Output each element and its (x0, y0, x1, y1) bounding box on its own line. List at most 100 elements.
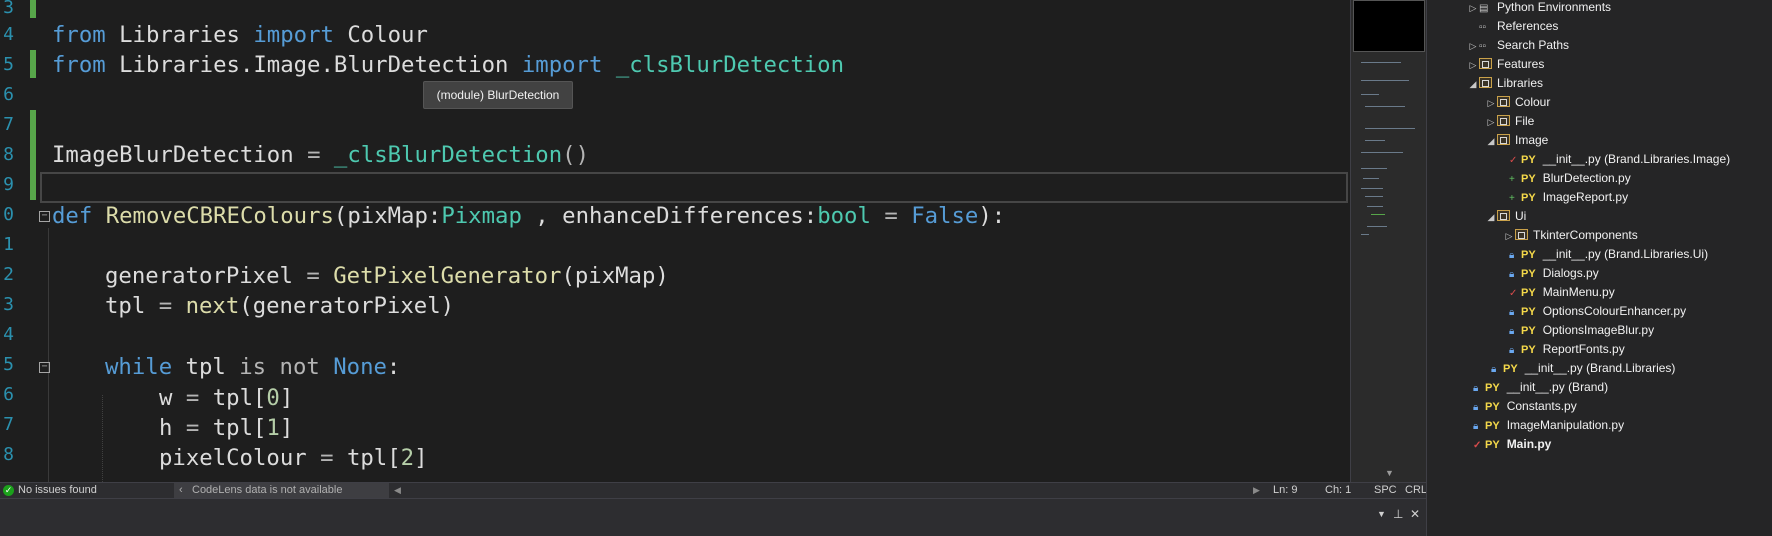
tree-item-file-init-image[interactable]: ✓ PY __init__.py (Brand.Libraries.Image) (1509, 150, 1730, 169)
minimap-line (1367, 226, 1387, 227)
minimap-line (1365, 106, 1405, 107)
search-paths-icon: ▫▫ (1479, 41, 1487, 52)
expand-arrow-icon[interactable]: ▷ (1503, 227, 1515, 246)
lock-icon: 🔒︎ (1509, 250, 1515, 261)
tree-item-libraries[interactable]: ◢ Libraries (1467, 74, 1544, 94)
code-line[interactable]: def RemoveCBREColours(pixMap:Pixmap , en… (52, 201, 1005, 231)
tree-item-label: BlurDetection.py (1542, 171, 1631, 185)
minimap-line (1361, 168, 1387, 169)
tree-item-file-constants[interactable]: 🔒︎ PY Constants.py (1473, 397, 1577, 416)
identifier: h (159, 415, 173, 441)
tree-item-label: Main.py (1506, 437, 1552, 451)
current-line-highlight (40, 172, 1348, 203)
folder-icon (1497, 96, 1510, 107)
tree-item-references[interactable]: ▫▫ References (1467, 17, 1558, 36)
scroll-down-icon[interactable]: ▼ (1385, 468, 1394, 478)
identifier: pixelColour (159, 445, 307, 471)
tree-item-ui[interactable]: ◢ Ui (1485, 207, 1527, 227)
line-ending-indicator[interactable]: CRLF (1405, 483, 1426, 498)
expand-arrow-icon[interactable]: ▷ (1485, 113, 1497, 132)
code-line[interactable]: w = tpl[0] (159, 383, 293, 413)
tree-item-file-init-ui[interactable]: 🔒︎ PY __init__.py (Brand.Libraries.Ui) (1509, 245, 1708, 264)
close-icon[interactable]: ✕ (1410, 507, 1420, 521)
tree-item-colour[interactable]: ▷ Colour (1485, 93, 1551, 113)
minimap-line (1361, 234, 1369, 235)
punctuation: ] (279, 415, 294, 441)
tree-item-tkintercomponents[interactable]: ▷ TkinterComponents (1503, 226, 1638, 245)
minimap-line (1361, 80, 1409, 81)
minimap-line (1365, 128, 1415, 129)
parameter: (pixMap: (333, 203, 442, 229)
code-line[interactable]: from Libraries import Colour (52, 20, 428, 50)
line-indicator[interactable]: Ln: 9 (1273, 483, 1297, 498)
collapse-arrow-icon[interactable]: ◢ (1485, 132, 1497, 151)
codelens-status[interactable]: ‹ CodeLens data is not available (174, 483, 389, 498)
tree-item-image[interactable]: ◢ Image (1485, 131, 1549, 151)
arguments: (pixMap) (561, 263, 669, 289)
tree-item-file-init-libraries[interactable]: 🔒︎ PY __init__.py (Brand.Libraries) (1491, 359, 1675, 378)
folder-icon (1497, 134, 1510, 145)
line-number: 8 (3, 144, 14, 165)
tree-item-label: File (1515, 114, 1535, 128)
minimap-line (1361, 62, 1401, 63)
tool-window-bar: ▼ ⊥ ✕ (0, 498, 1426, 536)
expand-arrow-icon[interactable]: ▷ (1467, 56, 1479, 75)
code-line[interactable]: tpl = next(generatorPixel) (105, 291, 454, 321)
tree-item-features[interactable]: ▷ Features (1467, 55, 1545, 75)
indent-indicator[interactable]: SPC (1374, 483, 1397, 498)
code-line[interactable]: generatorPixel = GetPixelGenerator(pixMa… (105, 261, 669, 291)
lock-icon: 🔒︎ (1509, 269, 1515, 280)
operator: = (172, 415, 213, 441)
expand-arrow-icon[interactable]: ▷ (1485, 94, 1497, 113)
code-line[interactable]: h = tpl[1] (159, 413, 293, 443)
scroll-right-icon[interactable]: ▶ (1253, 483, 1260, 498)
tree-item-file-optionsimageblur[interactable]: 🔒︎ PY OptionsImageBlur.py (1509, 321, 1654, 340)
references-icon: ▫▫ (1479, 22, 1487, 33)
tree-item-file[interactable]: ▷ File (1485, 112, 1535, 132)
code-line[interactable]: ImageBlurDetection = _clsBlurDetection() (52, 140, 589, 170)
minimap-viewport[interactable] (1353, 0, 1425, 52)
tree-item-file-mainmenu[interactable]: ✓ PY MainMenu.py (1509, 283, 1615, 302)
python-file-icon: PY (1521, 249, 1536, 261)
tree-item-label: ImageManipulation.py (1506, 418, 1625, 432)
code-line[interactable]: while tpl is not None: (105, 352, 400, 382)
operator: = (306, 445, 347, 471)
tree-item-file-blurdetection[interactable]: + PY BlurDetection.py (1509, 169, 1631, 188)
dropdown-icon[interactable]: ▼ (1377, 509, 1386, 519)
pin-icon[interactable]: ⊥ (1393, 507, 1403, 521)
collapse-toggle-icon[interactable]: − (39, 211, 50, 222)
tree-item-file-main[interactable]: ✓ PY Main.py (1473, 435, 1551, 454)
expand-arrow-icon[interactable]: ▷ (1467, 0, 1479, 18)
tree-item-file-imagemanipulation[interactable]: 🔒︎ PY ImageManipulation.py (1473, 416, 1624, 435)
identifier: tpl (105, 293, 146, 319)
identifier: ImageBlurDetection (52, 142, 294, 168)
tree-item-file-init-brand[interactable]: 🔒︎ PY __init__.py (Brand) (1473, 378, 1608, 397)
indent-guide (102, 395, 103, 482)
solution-explorer: ▷ ▤ Python Environments ▫▫ References ▷ ▫▫ Se… (1426, 0, 1772, 536)
code-editor[interactable]: 3 4 5 6 7 8 9 0 1 2 3 4 5 6 7 8 − − from… (0, 0, 1350, 482)
tree-item-python-environments[interactable]: ▷ ▤ Python Environments (1467, 0, 1612, 18)
minimap-line (1361, 188, 1383, 189)
parameter: , enhanceDifferences: (521, 203, 818, 229)
tree-item-file-optionscolourenhancer[interactable]: 🔒︎ PY OptionsColourEnhancer.py (1509, 302, 1686, 321)
tree-item-search-paths[interactable]: ▷ ▫▫ Search Paths (1467, 36, 1570, 56)
expand-arrow-icon[interactable]: ▷ (1467, 37, 1479, 56)
code-line[interactable]: from Libraries.Image.BlurDetection impor… (52, 50, 844, 80)
collapse-arrow-icon[interactable]: ◢ (1467, 75, 1479, 94)
issues-status[interactable]: No issues found (18, 483, 97, 498)
minimap[interactable]: ▼ (1350, 0, 1426, 482)
column-indicator[interactable]: Ch: 1 (1325, 483, 1351, 498)
scroll-left-icon[interactable]: ◀ (394, 483, 401, 498)
collapse-arrow-icon[interactable]: ◢ (1485, 208, 1497, 227)
added-icon: + (1509, 174, 1515, 185)
collapse-toggle-icon[interactable]: − (39, 362, 50, 373)
tree-item-label: ImageReport.py (1542, 190, 1629, 204)
punctuation: ): (978, 203, 1006, 229)
code-line[interactable]: pixelColour = tpl[2] (159, 443, 428, 473)
tree-item-file-dialogs[interactable]: 🔒︎ PY Dialogs.py (1509, 264, 1599, 283)
keyword: None (319, 354, 387, 380)
tree-item-file-reportfonts[interactable]: 🔒︎ PY ReportFonts.py (1509, 340, 1625, 359)
tree-item-file-imagereport[interactable]: + PY ImageReport.py (1509, 188, 1628, 207)
python-file-icon: PY (1503, 363, 1518, 375)
operator: = (870, 203, 912, 229)
